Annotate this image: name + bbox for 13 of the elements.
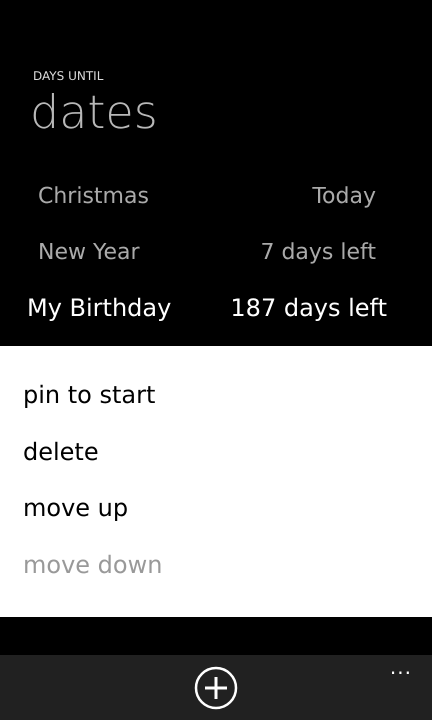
event-name[interactable]: Christmas [38,184,149,208]
page-title: dates [30,84,159,141]
app-title: DAYS UNTIL [33,68,104,84]
days-remaining: Today [312,184,376,208]
menu-item[interactable]: delete [0,424,432,480]
menu-item[interactable]: move up [0,480,432,536]
menu-item[interactable]: pin to start [0,367,432,424]
event-name[interactable]: My Birthday [27,294,172,322]
more-button[interactable]: ... [390,657,412,677]
days-remaining: 7 days left [260,240,376,264]
event-name[interactable]: New Year [38,240,140,264]
days-remaining: 187 days left [230,294,387,322]
add-icon[interactable] [193,664,239,710]
